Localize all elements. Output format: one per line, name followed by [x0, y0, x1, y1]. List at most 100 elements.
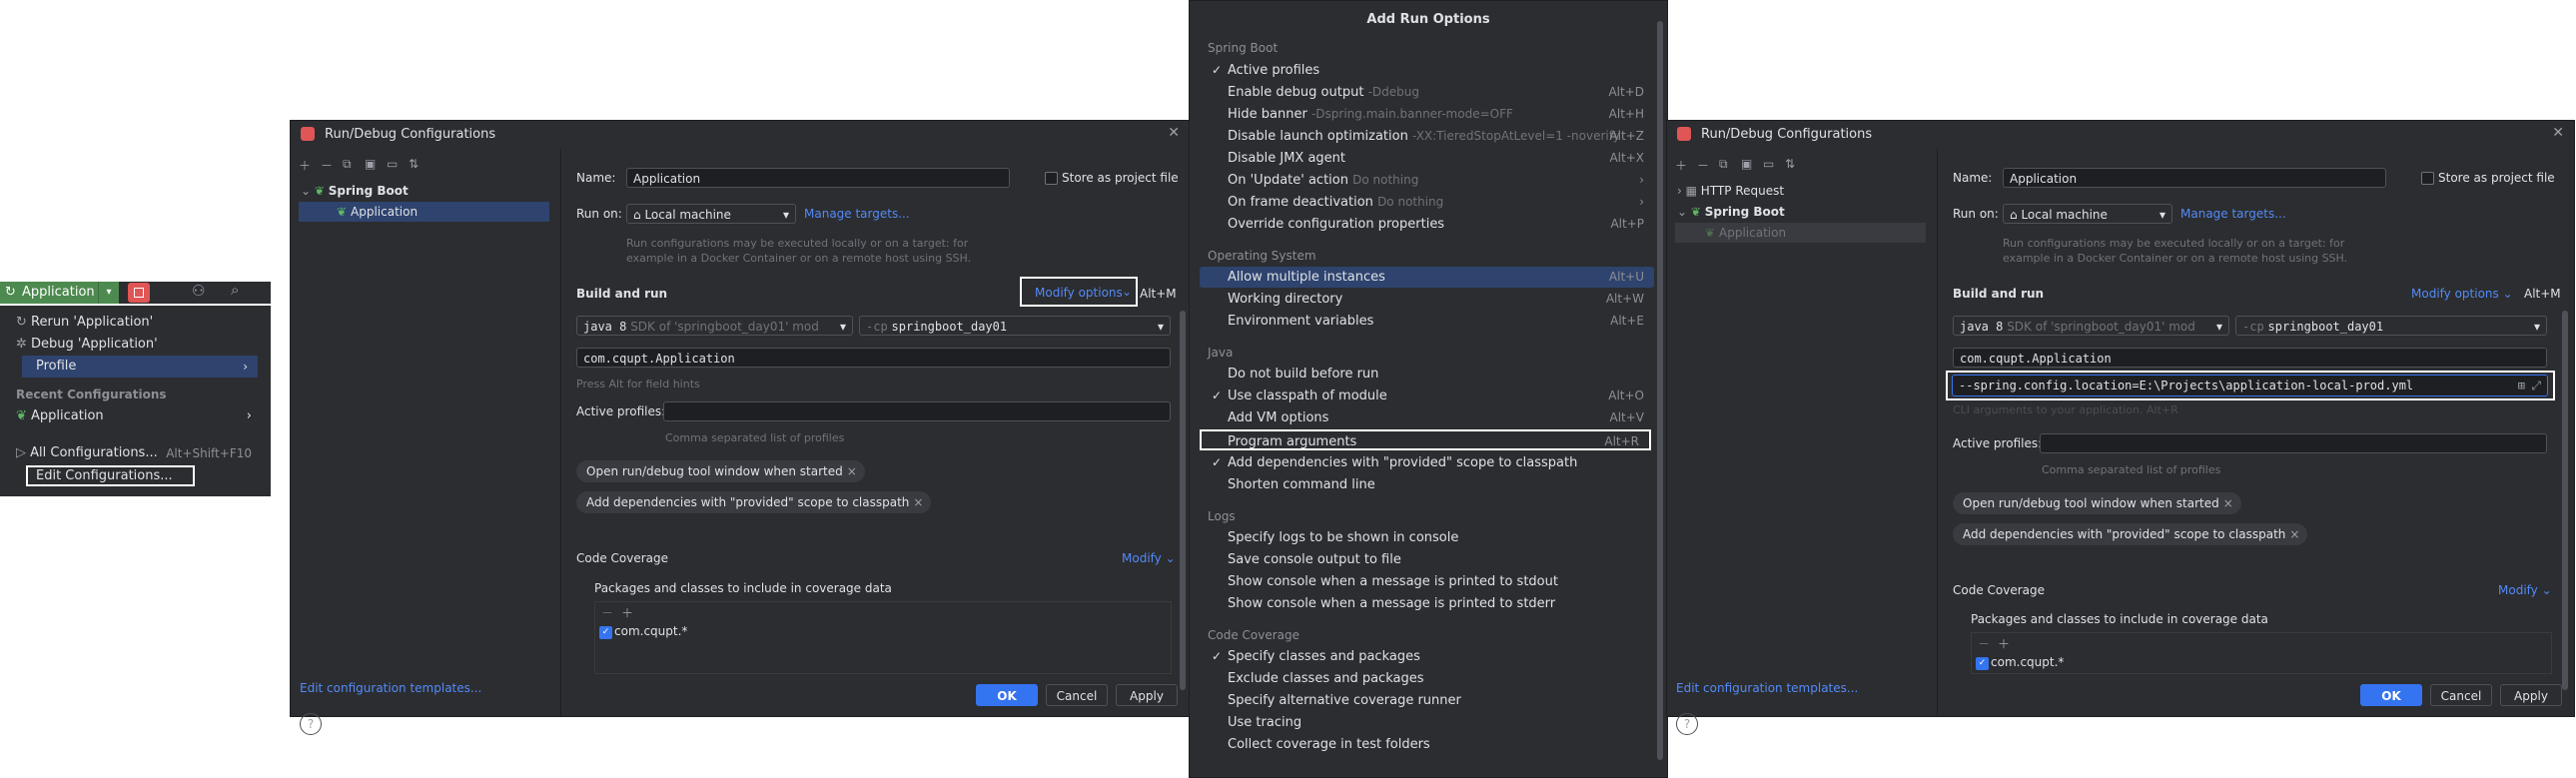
- ok-button[interactable]: OK: [2360, 684, 2422, 706]
- search-icon[interactable]: ⌕: [231, 281, 239, 299]
- tree-item-application[interactable]: ❦ Application: [1675, 223, 1926, 243]
- all-configurations-item[interactable]: ▷ All Configurations... Alt+Shift+F10: [16, 442, 252, 464]
- user-add-icon[interactable]: ⚇: [192, 282, 205, 300]
- option-environment-variables[interactable]: Environment variables Alt+E: [1200, 311, 1654, 332]
- apply-button[interactable]: Apply: [1116, 684, 1178, 706]
- active-profiles-field[interactable]: [663, 401, 1171, 421]
- main-class-field[interactable]: com.cqupt.Application: [576, 348, 1171, 368]
- copy-icon[interactable]: ⧉: [343, 157, 352, 172]
- option-exclude-classes[interactable]: Exclude classes and packages: [1200, 668, 1654, 689]
- remove-icon[interactable]: －: [601, 604, 613, 621]
- option-override-properties[interactable]: Override configuration properties Alt+P: [1200, 214, 1654, 235]
- cancel-button[interactable]: Cancel: [2430, 684, 2492, 706]
- option-on-update[interactable]: On 'Update' action Do nothing ›: [1200, 170, 1654, 191]
- option-do-not-build[interactable]: Do not build before run: [1200, 364, 1654, 385]
- sort-icon[interactable]: ⇅: [409, 157, 419, 171]
- classpath-select[interactable]: -cp springboot_day01 ▾: [859, 316, 1171, 336]
- run-on-select[interactable]: ⌂ Local machine ▾: [2003, 204, 2172, 224]
- store-project-checkbox[interactable]: [2421, 172, 2434, 185]
- option-shorten-command-line[interactable]: Shorten command line: [1200, 474, 1654, 495]
- program-arguments-field[interactable]: --spring.config.location=E:\Projects\app…: [1952, 375, 2548, 396]
- name-field[interactable]: Application: [626, 168, 1010, 188]
- sdk-select[interactable]: java 8 SDK of 'springboot_day01' mod ▾: [576, 316, 853, 336]
- sort-icon[interactable]: ⇅: [1785, 157, 1795, 171]
- stop-button[interactable]: [128, 283, 150, 303]
- cancel-button[interactable]: Cancel: [1046, 684, 1108, 706]
- option-console-stderr[interactable]: Show console when a message is printed t…: [1200, 593, 1654, 614]
- remove-icon[interactable]: －: [1697, 157, 1709, 174]
- add-icon[interactable]: ＋: [299, 157, 311, 174]
- option-add-vm-options[interactable]: Add VM options Alt+V: [1200, 407, 1654, 428]
- tree-group-spring-boot[interactable]: ⌄ ❦ Spring Boot: [1677, 202, 1785, 222]
- copy-icon[interactable]: ⧉: [1719, 157, 1728, 172]
- option-tag[interactable]: Open run/debug tool window when started ×: [576, 460, 865, 482]
- macro-icon[interactable]: ⊞: [2518, 376, 2525, 395]
- help-button[interactable]: ?: [1676, 713, 1698, 735]
- option-disable-jmx[interactable]: Disable JMX agent Alt+X: [1200, 148, 1654, 169]
- recent-config-item[interactable]: ❦ Application ›: [16, 405, 252, 427]
- save-icon[interactable]: ▣: [1741, 157, 1752, 171]
- option-hide-banner[interactable]: Hide banner -Dspring.main.banner-mode=OF…: [1200, 104, 1654, 125]
- package-checkbox[interactable]: ✓: [1976, 657, 1989, 670]
- option-specify-logs[interactable]: Specify logs to be shown in console: [1200, 527, 1654, 548]
- ok-button[interactable]: OK: [976, 684, 1038, 706]
- edit-configurations-item[interactable]: Edit Configurations...: [26, 465, 195, 486]
- manage-targets-link[interactable]: Manage targets...: [804, 207, 910, 221]
- folder-icon[interactable]: ▭: [387, 157, 398, 171]
- modify-options-button[interactable]: Modify options ⌄: [2411, 287, 2513, 301]
- remove-icon[interactable]: －: [1978, 635, 1990, 652]
- run-on-select[interactable]: ⌂ Local machine ▾: [626, 204, 796, 224]
- rerun-menu-item[interactable]: ↻ Rerun 'Application': [16, 312, 153, 334]
- scrollbar[interactable]: [2562, 311, 2568, 690]
- classpath-select[interactable]: -cp springboot_day01 ▾: [2235, 316, 2547, 336]
- option-disable-launch-opt[interactable]: Disable launch optimization -XX:TieredSt…: [1200, 126, 1654, 147]
- run-config-selector[interactable]: ↻ Application: [0, 282, 98, 304]
- edit-templates-link[interactable]: Edit configuration templates...: [300, 681, 481, 695]
- option-collect-test-coverage[interactable]: Collect coverage in test folders: [1200, 734, 1654, 755]
- main-class-field[interactable]: com.cqupt.Application: [1953, 348, 2547, 368]
- option-enable-debug[interactable]: Enable debug output -Ddebug Alt+D: [1200, 82, 1654, 103]
- popup-scrollbar[interactable]: [1657, 21, 1663, 760]
- option-use-tracing[interactable]: Use tracing: [1200, 712, 1654, 733]
- close-icon[interactable]: ✕: [2552, 125, 2564, 141]
- option-allow-multiple-instances[interactable]: Allow multiple instances Alt+U: [1200, 267, 1654, 288]
- remove-icon[interactable]: －: [321, 157, 333, 174]
- scrollbar[interactable]: [1180, 311, 1186, 690]
- option-add-provided-deps[interactable]: ✓ Add dependencies with "provided" scope …: [1200, 452, 1654, 473]
- name-field[interactable]: Application: [2003, 168, 2386, 188]
- option-active-profiles[interactable]: ✓ Active profiles: [1200, 60, 1654, 81]
- edit-templates-link[interactable]: Edit configuration templates...: [1676, 681, 1858, 695]
- coverage-modify-link[interactable]: Modify ⌄: [1122, 551, 1176, 565]
- option-alt-coverage-runner[interactable]: Specify alternative coverage runner: [1200, 690, 1654, 711]
- package-checkbox[interactable]: ✓: [599, 626, 612, 639]
- close-icon[interactable]: ×: [847, 460, 857, 482]
- help-button[interactable]: ?: [300, 713, 322, 735]
- folder-icon[interactable]: ▭: [1763, 157, 1774, 171]
- option-on-frame-deactivation[interactable]: On frame deactivation Do nothing ›: [1200, 192, 1654, 213]
- option-working-directory[interactable]: Working directory Alt+W: [1200, 289, 1654, 310]
- close-icon[interactable]: ×: [2289, 523, 2299, 545]
- option-save-console-output[interactable]: Save console output to file: [1200, 549, 1654, 570]
- modify-options-button[interactable]: Modify options ⌄: [1020, 277, 1138, 307]
- profile-menu-item[interactable]: Profile ›: [22, 356, 258, 378]
- option-use-classpath[interactable]: ✓ Use classpath of module Alt+O: [1200, 386, 1654, 406]
- close-icon[interactable]: ×: [2223, 492, 2233, 514]
- apply-button[interactable]: Apply: [2500, 684, 2562, 706]
- manage-targets-link[interactable]: Manage targets...: [2180, 207, 2286, 221]
- option-console-stdout[interactable]: Show console when a message is printed t…: [1200, 571, 1654, 592]
- add-package-icon[interactable]: ＋: [621, 604, 633, 621]
- store-project-checkbox[interactable]: [1045, 172, 1058, 185]
- expand-icon[interactable]: ⤢: [2531, 376, 2541, 395]
- tree-group-http[interactable]: › ▦ HTTP Request: [1677, 181, 1784, 201]
- debug-menu-item[interactable]: ✲ Debug 'Application': [16, 334, 158, 356]
- sdk-select[interactable]: java 8 SDK of 'springboot_day01' mod ▾: [1953, 316, 2229, 336]
- active-profiles-field[interactable]: [2040, 433, 2547, 453]
- option-tag[interactable]: Open run/debug tool window when started ×: [1953, 492, 2241, 514]
- close-icon[interactable]: ✕: [1168, 125, 1180, 141]
- add-icon[interactable]: ＋: [1675, 157, 1687, 174]
- chevron-down-icon[interactable]: ▾: [98, 282, 119, 304]
- save-icon[interactable]: ▣: [365, 157, 376, 171]
- tree-group-spring-boot[interactable]: ⌄ ❦ Spring Boot: [301, 181, 409, 201]
- coverage-modify-link[interactable]: Modify ⌄: [2498, 583, 2552, 597]
- option-tag[interactable]: Add dependencies with "provided" scope t…: [1953, 523, 2308, 545]
